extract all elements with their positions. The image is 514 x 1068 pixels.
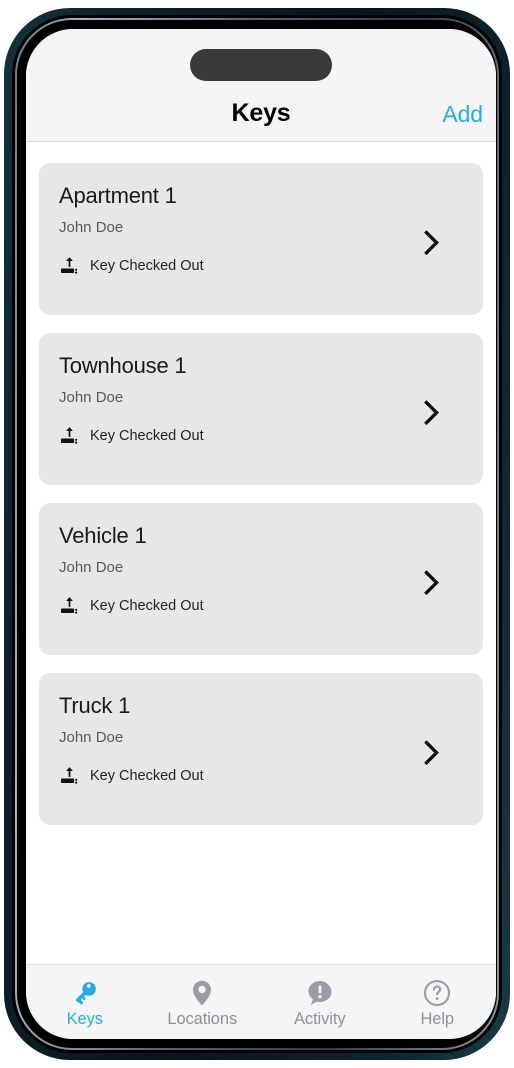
key-card-status: Key Checked Out — [59, 255, 204, 276]
key-card-status-label: Key Checked Out — [90, 427, 204, 444]
key-card-status-label: Key Checked Out — [90, 257, 204, 274]
key-card-title: Truck 1 — [59, 693, 131, 718]
navigation-header: Keys Add — [26, 29, 496, 142]
phone-screen: Keys Add Apartment 1 John Doe Key Checked … — [26, 29, 496, 1039]
key-card[interactable]: Truck 1 John Doe Key Checked Out — [39, 673, 483, 825]
key-card-title: Townhouse 1 — [59, 353, 187, 378]
tab-item-keys[interactable]: Keys — [26, 965, 144, 1039]
key-card-owner: John Doe — [59, 389, 124, 406]
phone-frame: Keys Add Apartment 1 John Doe Key Checked … — [4, 8, 510, 1060]
key-card-status-label: Key Checked Out — [90, 767, 204, 784]
upload-dock-icon — [59, 425, 80, 446]
key-card-title: Vehicle 1 — [59, 523, 147, 548]
add-button[interactable]: Add — [442, 101, 483, 128]
key-card-owner: John Doe — [59, 219, 124, 236]
chevron-right-icon[interactable] — [424, 393, 463, 425]
key-card-status: Key Checked Out — [59, 765, 204, 786]
upload-dock-icon — [59, 765, 80, 786]
alert-bubble-icon — [305, 978, 335, 1008]
map-pin-icon — [187, 978, 217, 1008]
tab-item-activity[interactable]: Activity — [261, 965, 379, 1039]
tab-item-locations[interactable]: Locations — [144, 965, 262, 1039]
chevron-right-icon[interactable] — [424, 733, 463, 765]
key-card-status: Key Checked Out — [59, 425, 204, 446]
key-list: Apartment 1 John Doe Key Checked Out Townho… — [26, 142, 496, 964]
question-circle-icon — [422, 978, 452, 1008]
upload-dock-icon — [59, 595, 80, 616]
tab-label: Keys — [66, 1009, 103, 1028]
chevron-right-icon[interactable] — [424, 563, 463, 595]
key-card[interactable]: Vehicle 1 John Doe Key Checked Out — [39, 503, 483, 655]
dynamic-island — [190, 49, 332, 81]
tab-label: Help — [420, 1009, 455, 1028]
tab-item-help[interactable]: Help — [379, 965, 497, 1039]
chevron-right-icon[interactable] — [424, 223, 463, 255]
bottom-tab-bar: Keys Locations Activity Help — [26, 964, 496, 1039]
upload-dock-icon — [59, 255, 80, 276]
key-card-title: Apartment 1 — [59, 183, 177, 208]
key-card[interactable]: Apartment 1 John Doe Key Checked Out — [39, 163, 483, 315]
key-card-status: Key Checked Out — [59, 595, 204, 616]
page-title: Keys — [231, 99, 291, 127]
tab-label: Activity — [294, 1009, 346, 1028]
key-card-status-label: Key Checked Out — [90, 597, 204, 614]
key-card-owner: John Doe — [59, 559, 124, 576]
key-card[interactable]: Townhouse 1 John Doe Key Checked Out — [39, 333, 483, 485]
key-icon — [70, 978, 100, 1008]
key-card-owner: John Doe — [59, 729, 124, 746]
tab-label: Locations — [167, 1009, 238, 1028]
